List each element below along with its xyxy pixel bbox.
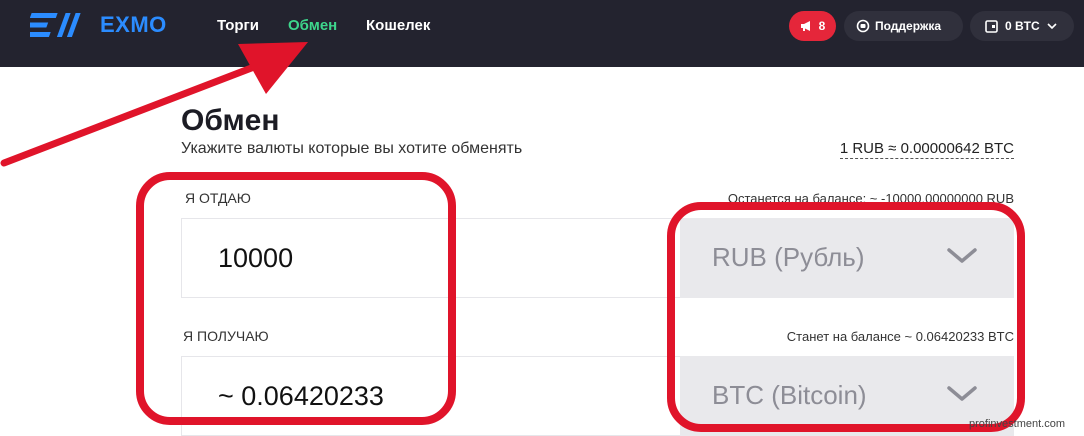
- get-label: Я ПОЛУЧАЮ: [183, 328, 269, 344]
- page-title: Обмен: [181, 104, 280, 137]
- balance-dropdown[interactable]: 0 BTC: [970, 11, 1074, 41]
- balance-label: 0 BTC: [1005, 19, 1040, 33]
- get-currency-label: BTC (Bitcoin): [712, 380, 867, 410]
- logo-text: EXMO: [100, 12, 167, 37]
- chevron-down-icon: [947, 386, 977, 401]
- support-button[interactable]: Поддержка: [844, 11, 963, 41]
- chevron-down-icon: [947, 248, 977, 263]
- chat-icon: [856, 19, 870, 33]
- notifications-button[interactable]: 8: [789, 11, 836, 41]
- get-currency-select[interactable]: BTC (Bitcoin): [680, 356, 1014, 436]
- exchange-rate[interactable]: 1 RUB ≈ 0.00000642 BTC: [839, 140, 1014, 159]
- exmo-logo-icon: [30, 13, 81, 37]
- top-navbar: EXMO Торги Обмен Кошелек 8 Поддержка 0 B: [0, 0, 1084, 67]
- give-label: Я ОТДАЮ: [185, 190, 251, 206]
- nav-trade[interactable]: Торги: [217, 17, 259, 34]
- get-amount-field[interactable]: [181, 356, 680, 436]
- support-label: Поддержка: [875, 19, 942, 33]
- wallet-icon: [985, 19, 998, 33]
- give-currency-select[interactable]: RUB (Рубль): [680, 218, 1014, 298]
- get-amount-input[interactable]: [182, 357, 680, 435]
- nav-wallet[interactable]: Кошелек: [366, 17, 430, 34]
- exmo-logo[interactable]: EXMO: [30, 10, 167, 40]
- give-amount-field[interactable]: [181, 218, 680, 298]
- give-currency-label: RUB (Рубль): [712, 242, 865, 272]
- megaphone-icon: [800, 21, 810, 31]
- nav-exchange[interactable]: Обмен: [288, 17, 337, 34]
- chevron-down-icon: [1047, 23, 1057, 29]
- give-amount-input[interactable]: [182, 219, 680, 297]
- watermark: profinvestment.com: [969, 418, 1065, 430]
- resulting-balance-note: Станет на балансе ~ 0.06420233 BTC: [786, 329, 1014, 344]
- remaining-balance-note: Останется на балансе: ~ -10000.00000000 …: [727, 191, 1014, 206]
- exchange-page: EXMO Торги Обмен Кошелек 8 Поддержка 0 B: [0, 0, 1084, 436]
- page-subtitle: Укажите валюты которые вы хотите обменят…: [181, 140, 523, 157]
- notifications-count: 8: [818, 19, 826, 33]
